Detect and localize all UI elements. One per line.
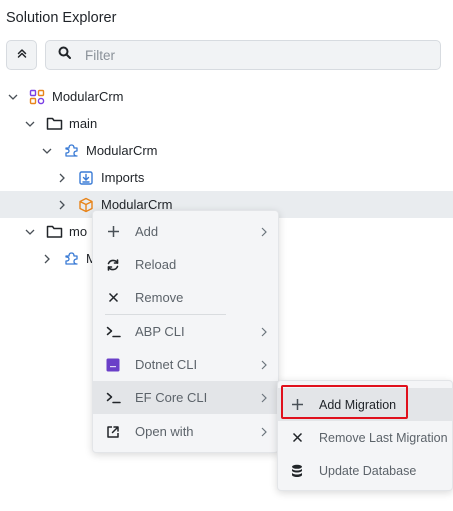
ef-core-submenu: Add Migration Remove Last Migration Upda… bbox=[277, 380, 453, 491]
chevron-down-icon[interactable] bbox=[40, 144, 54, 158]
submenu-item-label: Add Migration bbox=[319, 397, 397, 412]
folder-icon bbox=[45, 223, 63, 241]
tree-item-module[interactable]: ModularCrm bbox=[0, 137, 453, 164]
plus-icon bbox=[289, 397, 305, 413]
tree-item-solution[interactable]: ModularCrm bbox=[0, 83, 453, 110]
chevron-right-icon bbox=[259, 393, 269, 403]
tree-item-label: main bbox=[69, 116, 98, 131]
double-chevron-up-icon bbox=[16, 46, 28, 64]
menu-item-label: Reload bbox=[135, 257, 177, 272]
database-icon bbox=[289, 463, 305, 479]
tree-item-label: Imports bbox=[101, 170, 145, 185]
terminal-icon bbox=[105, 390, 121, 406]
menu-item-label: Add bbox=[135, 224, 159, 239]
module-icon bbox=[62, 250, 80, 268]
imports-icon bbox=[77, 169, 95, 187]
menu-item-label: Remove bbox=[135, 290, 184, 305]
plus-icon bbox=[105, 224, 121, 240]
search-placeholder: Filter bbox=[85, 47, 115, 63]
chevron-down-icon[interactable] bbox=[23, 225, 37, 239]
menu-item-dotnet-cli[interactable]: Dotnet CLI bbox=[93, 348, 278, 381]
tree-item-main-folder[interactable]: main bbox=[0, 110, 453, 137]
submenu-item-label: Remove Last Migration bbox=[319, 430, 448, 445]
panel-title: Solution Explorer bbox=[6, 10, 117, 26]
submenu-item-add-migration[interactable]: Add Migration bbox=[278, 388, 453, 421]
menu-item-open-with[interactable]: Open with bbox=[93, 415, 278, 448]
search-input[interactable]: Filter bbox=[45, 40, 441, 70]
chevron-right-icon bbox=[259, 327, 269, 337]
search-icon bbox=[58, 46, 71, 64]
menu-item-ef-core-cli[interactable]: EF Core CLI bbox=[93, 381, 278, 414]
reload-icon bbox=[105, 257, 121, 273]
chevron-right-icon[interactable] bbox=[55, 171, 69, 185]
tree-item-label: mo bbox=[69, 224, 88, 239]
chevron-right-icon bbox=[259, 427, 269, 437]
close-icon bbox=[289, 430, 305, 446]
tree-item-label: ModularCrm bbox=[52, 89, 124, 104]
submenu-item-remove-last-migration[interactable]: Remove Last Migration bbox=[278, 421, 453, 454]
chevron-right-icon[interactable] bbox=[40, 252, 54, 266]
chevron-right-icon[interactable] bbox=[55, 198, 69, 212]
submenu-item-update-database[interactable]: Update Database bbox=[278, 454, 453, 487]
module-icon bbox=[62, 142, 80, 160]
menu-item-label: Open with bbox=[135, 424, 194, 439]
chevron-right-icon bbox=[259, 360, 269, 370]
submenu-item-label: Update Database bbox=[319, 463, 417, 478]
folder-icon bbox=[45, 115, 63, 133]
context-menu: Add Reload Remove ABP CLI Dotnet CLI EF … bbox=[92, 210, 279, 453]
chevron-down-icon[interactable] bbox=[23, 117, 37, 131]
terminal-icon bbox=[105, 324, 121, 340]
collapse-all-button[interactable] bbox=[6, 40, 37, 70]
dotnet-icon bbox=[105, 357, 121, 373]
menu-item-abp-cli[interactable]: ABP CLI bbox=[93, 315, 278, 348]
solution-icon bbox=[28, 88, 46, 106]
menu-item-remove[interactable]: Remove bbox=[93, 281, 278, 314]
close-icon bbox=[105, 290, 121, 306]
menu-item-add[interactable]: Add bbox=[93, 215, 278, 248]
chevron-right-icon bbox=[259, 227, 269, 237]
chevron-down-icon[interactable] bbox=[6, 90, 20, 104]
menu-item-label: ABP CLI bbox=[135, 324, 185, 339]
menu-item-label: EF Core CLI bbox=[135, 390, 208, 405]
tree-item-imports[interactable]: Imports bbox=[0, 164, 453, 191]
menu-item-label: Dotnet CLI bbox=[135, 357, 198, 372]
menu-item-reload[interactable]: Reload bbox=[93, 248, 278, 281]
external-link-icon bbox=[105, 424, 121, 440]
tree-item-label: ModularCrm bbox=[86, 143, 158, 158]
